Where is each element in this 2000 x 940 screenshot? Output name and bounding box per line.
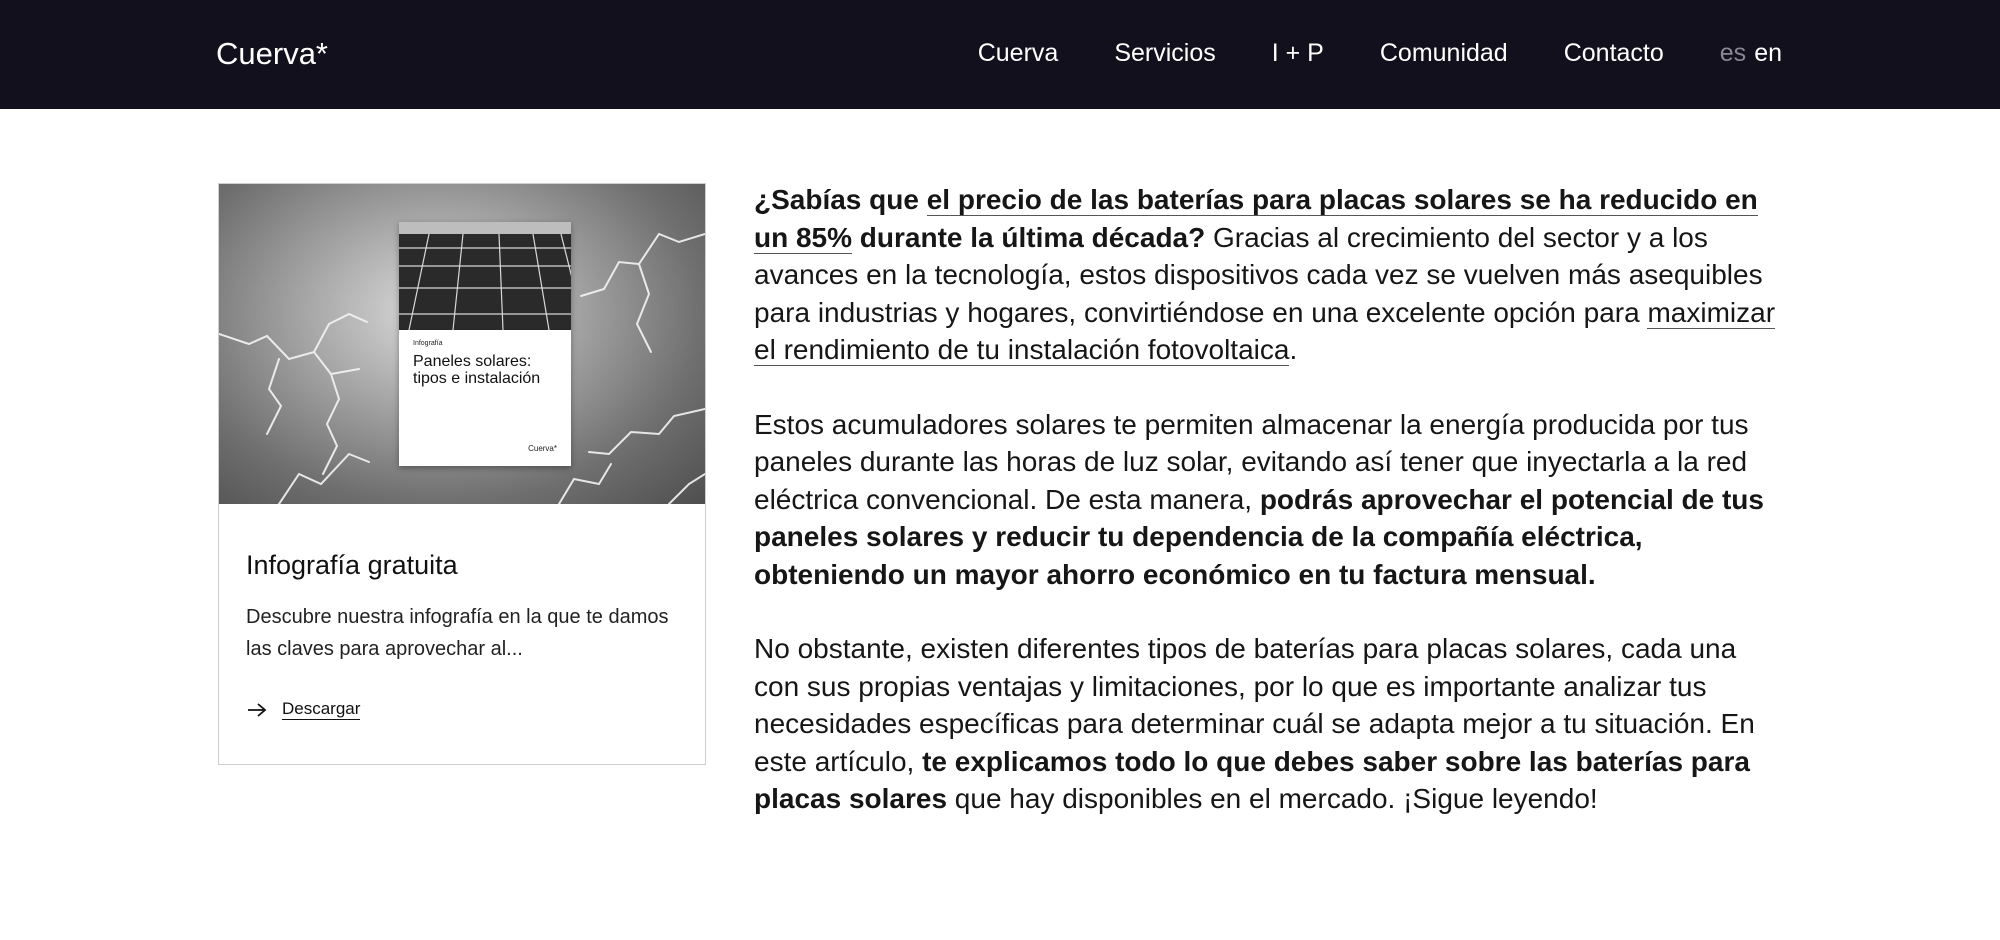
article-paragraph-2: Estos acumuladores solares te permiten a… — [754, 406, 1784, 594]
article-paragraph-1: ¿Sabías que el precio de las baterías pa… — [754, 181, 1784, 369]
lang-en-link[interactable]: en — [1754, 38, 1782, 68]
p3-end: que hay disponibles en el mercado. ¡Sigu… — [947, 783, 1598, 814]
article-body: ¿Sabías que el precio de las baterías pa… — [754, 181, 1784, 855]
main-nav: Cuerva Servicios I + P Comunidad Contact… — [978, 38, 1782, 68]
intro-question-end: durante la última década? — [852, 221, 1206, 253]
nav-item-i-p[interactable]: I + P — [1272, 38, 1324, 68]
poster-logo: Cuerva* — [528, 444, 557, 453]
nav-item-cuerva[interactable]: Cuerva — [978, 38, 1059, 68]
poster-title: Paneles solares: tipos e instalación — [413, 353, 541, 387]
card-title: Infografía gratuita — [246, 550, 458, 580]
poster-tag: Infografía — [413, 340, 443, 347]
solar-panel-illustration — [399, 234, 571, 330]
card-body: Infografía gratuita Descubre nuestra inf… — [246, 549, 676, 665]
article-paragraph-3: No obstante, existen diferentes tipos de… — [754, 630, 1784, 818]
site-header: Cuerva* Cuerva Servicios I + P Comunidad… — [0, 0, 2000, 109]
download-link[interactable]: Descargar — [246, 699, 361, 720]
intro-question-start: ¿Sabías que — [754, 184, 927, 215]
infographic-card: Infografía Paneles solares: tipos e inst… — [218, 183, 706, 765]
nav-item-contacto[interactable]: Contacto — [1564, 38, 1664, 68]
card-description: Descubre nuestra infografía en la que te… — [246, 606, 669, 660]
nav-item-comunidad[interactable]: Comunidad — [1380, 38, 1508, 68]
infographic-image: Infografía Paneles solares: tipos e inst… — [219, 184, 705, 504]
infographic-poster: Infografía Paneles solares: tipos e inst… — [399, 222, 571, 466]
site-logo[interactable]: Cuerva* — [216, 36, 328, 72]
lang-es-link[interactable]: es — [1720, 38, 1746, 68]
arrow-right-icon — [246, 702, 268, 718]
nav-item-servicios[interactable]: Servicios — [1114, 38, 1215, 68]
download-label: Descargar — [282, 699, 361, 720]
language-switcher: es en — [1720, 38, 1782, 68]
intro-period: . — [1289, 334, 1298, 365]
